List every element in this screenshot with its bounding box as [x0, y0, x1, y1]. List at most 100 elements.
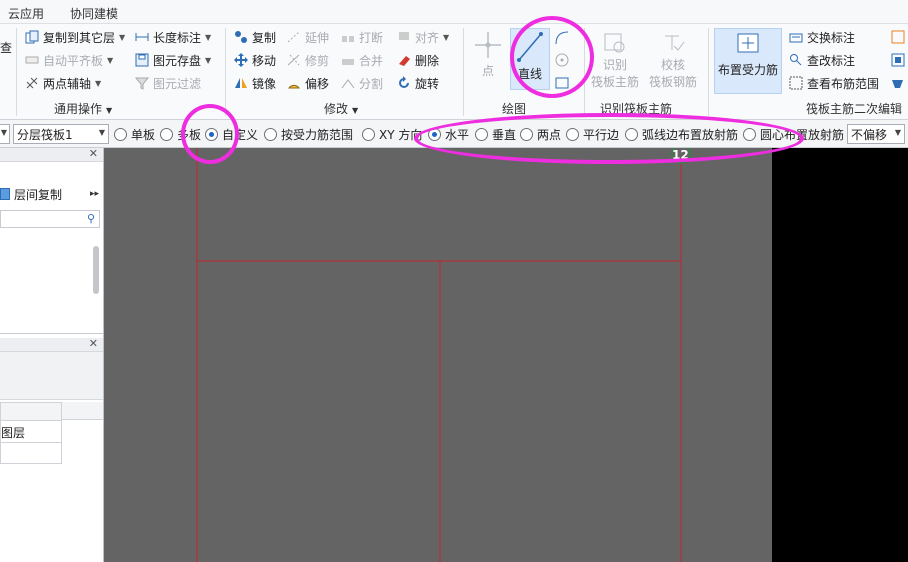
point-label: 点 [481, 64, 494, 78]
align-label: 对齐 [415, 30, 440, 45]
radio-single-slab[interactable]: 单板 [114, 126, 155, 142]
offset-icon [286, 75, 302, 91]
search-icon: ⚲ [86, 212, 95, 225]
eraser-icon [396, 52, 412, 68]
extend-button[interactable]: 延伸 [286, 27, 329, 47]
offset-button[interactable]: 偏移 [286, 73, 329, 93]
split-label: 分割 [359, 76, 384, 91]
range-icon [788, 75, 804, 91]
floor-copy-label: 层间复制 [14, 187, 63, 202]
radio-circle [160, 127, 173, 141]
mirror-label: 镜像 [252, 76, 277, 91]
floor-copy-button[interactable]: 层间复制 ▸▸ [0, 184, 103, 204]
table-header-fill [62, 402, 103, 420]
close-icon[interactable]: ✕ [89, 147, 98, 160]
radio-label: 按受力筋范围 [281, 127, 354, 142]
divider [225, 28, 226, 116]
scrollbar-thumb[interactable] [93, 246, 99, 294]
extra-tool-3[interactable] [890, 73, 908, 93]
copy-button[interactable]: 复制 [233, 27, 276, 47]
copy-label: 复制 [252, 30, 277, 45]
ribbon-find-button[interactable]: 查 [0, 37, 12, 57]
move-button[interactable]: 移动 [233, 50, 276, 70]
divider [16, 28, 17, 116]
break-button[interactable]: 打断 [340, 27, 383, 47]
split-button[interactable]: 分割 [340, 73, 383, 93]
panel-titlebar: ✕ [0, 337, 103, 352]
mirror-button[interactable]: 镜像 [233, 73, 276, 93]
tab-collaborative-modeling[interactable]: 协同建模 [70, 5, 118, 22]
align-icon [396, 29, 412, 45]
auto-align-slab-label: 自动平齐板 [43, 53, 104, 68]
chevron-down-icon: ▼ [107, 55, 114, 65]
move-label: 移动 [252, 53, 277, 68]
rotate-button[interactable]: 旋转 [396, 73, 439, 93]
swap-annotation-label: 交换标注 [807, 30, 856, 45]
drawing-canvas[interactable]: 12 [104, 148, 772, 562]
divider [463, 28, 464, 116]
tab-cloud-apps[interactable]: 云应用 [8, 5, 44, 22]
break-icon [340, 29, 356, 45]
panel-titlebar: ✕ [0, 147, 103, 162]
place-rebar-label: 布置受力筋 [717, 63, 778, 77]
delete-button[interactable]: 删除 [396, 50, 439, 70]
move-icon [233, 52, 249, 68]
dimension-icon [134, 29, 150, 45]
floor-copy-icon [0, 188, 10, 200]
leading-dropdown[interactable]: ▼ [0, 124, 10, 144]
copy-to-other-floors-button[interactable]: 复制到其它层 ▼ [24, 27, 125, 47]
extra-tool-2[interactable] [890, 50, 908, 70]
copy-to-other-floors-label: 复制到其它层 [43, 30, 116, 45]
trim-label: 修剪 [305, 53, 330, 68]
view-rebar-range-button[interactable]: 查看布筋范围 [788, 73, 879, 93]
check-rebar-button[interactable]: 校核 筏板钢筋 [646, 30, 700, 96]
radio-by-rebar-range[interactable]: 按受力筋范围 [264, 126, 353, 142]
chevron-down-icon: ▼ [205, 32, 212, 42]
align-slab-icon [24, 52, 40, 68]
chevron-down-icon: ▼ [119, 32, 126, 42]
group-label-general-ops: 通用操作 ▼ [54, 100, 112, 117]
point-tool-button[interactable]: 点 [470, 28, 506, 88]
chevron-down-icon: ▼ [352, 106, 359, 115]
layer-label: 图层 [1, 426, 26, 440]
element-save-label: 图元存盘 [153, 53, 202, 68]
ribbon: 查 复制到其它层 ▼ 自动平齐板 ▼ 两点辅轴 ▼ 长度标注 ▼ 图元存盘 ▼ 图元过滤 … [0, 24, 908, 120]
two-point-axis-label: 两点辅轴 [43, 76, 92, 91]
save-icon [134, 52, 150, 68]
edit-annotation-icon [788, 52, 804, 68]
chevron-down-icon: ▼ [0, 128, 7, 137]
edit-annotation-button[interactable]: 查改标注 [788, 50, 855, 70]
rotate-icon [396, 75, 412, 91]
extra-tool-1[interactable] [890, 27, 908, 47]
identify-label-2: 筏板主筋 [590, 75, 639, 89]
offset-select[interactable]: 不偏移 ▼ [847, 124, 905, 144]
align-button[interactable]: 对齐 ▼ [396, 27, 449, 47]
menu-bar: 云应用 协同建模 [0, 0, 908, 24]
left-panel: ✕ 层间复制 ▸▸ ⚲ ✕ 图层 [0, 147, 104, 562]
highlight-ellipse-direction-options [414, 113, 804, 164]
length-dimension-button[interactable]: 长度标注 ▼ [134, 27, 211, 47]
element-filter-button[interactable]: 图元过滤 [134, 73, 201, 93]
length-dimension-label: 长度标注 [153, 30, 202, 45]
frame-tool-icon [890, 52, 906, 68]
extend-icon [286, 29, 302, 45]
group-label-modify: 修改 ▼ [324, 100, 358, 117]
search-input[interactable]: ⚲ [0, 210, 100, 228]
find-label: 查 [0, 40, 13, 55]
auto-align-slab-button[interactable]: 自动平齐板 ▼ [24, 50, 113, 70]
merge-button[interactable]: 合并 [340, 50, 383, 70]
split-icon [340, 75, 356, 91]
element-save-button[interactable]: 图元存盘 ▼ [134, 50, 211, 70]
identify-main-rebar-button[interactable]: 识别 筏板主筋 [590, 30, 640, 96]
place-rebar-button[interactable]: 布置受力筋 [714, 28, 782, 94]
radio-label: 单板 [131, 127, 156, 142]
layer-select[interactable]: 分层筏板1 ▼ [13, 124, 109, 144]
copy-floors-icon [24, 29, 40, 45]
two-point-axis-button[interactable]: 两点辅轴 ▼ [24, 73, 101, 93]
close-icon[interactable]: ✕ [89, 337, 98, 350]
trim-button[interactable]: 修剪 [286, 50, 329, 70]
table-row[interactable]: 图层 [1, 421, 61, 443]
copy-icon [233, 29, 249, 45]
swap-annotation-button[interactable]: 交换标注 [788, 27, 855, 47]
merge-icon [340, 52, 356, 68]
